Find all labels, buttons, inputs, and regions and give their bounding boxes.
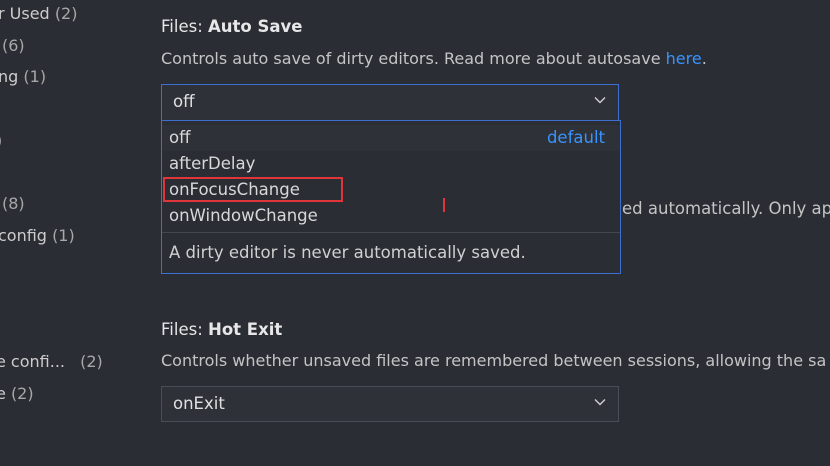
toc-item-label: ng — [0, 67, 19, 86]
toc-item-count: (1) — [23, 67, 47, 86]
description-end: . — [701, 49, 707, 68]
auto-save-setting-title: Files: Auto Save — [161, 17, 302, 36]
toc-item-6[interactable]: config (1) — [0, 226, 75, 245]
chevron-down-icon — [594, 96, 606, 104]
hot-exit-description: Controls whether unsaved files are remem… — [161, 351, 827, 370]
hot-exit-selected-value: onExit — [173, 394, 225, 413]
auto-save-description: Controls auto save of dirty editors. Rea… — [161, 49, 707, 68]
option-label: onFocusChange — [163, 177, 343, 202]
autosave-docs-link[interactable]: here — [666, 49, 702, 68]
option-label: afterDelay — [169, 154, 256, 173]
obscured-setting-description: ed automatically. Only app — [622, 199, 830, 218]
toc-item-3[interactable]: ng (1) — [0, 67, 46, 86]
option-on-focus-change[interactable]: onFocusChange — [162, 177, 620, 203]
option-description: A dirty editor is never automatically sa… — [169, 243, 526, 262]
description-text: Controls auto save of dirty editors. Rea… — [161, 49, 666, 68]
toc-item-8[interactable]: e (2) — [0, 384, 34, 403]
chevron-down-icon — [594, 398, 606, 406]
setting-name: Hot Exit — [208, 320, 283, 339]
text-cursor — [443, 198, 445, 212]
toc-item-4[interactable]: ) — [0, 131, 2, 150]
toc-item-recently-used[interactable]: r Used (2) — [0, 4, 77, 23]
option-after-delay[interactable]: afterDelay — [162, 151, 620, 177]
auto-save-select[interactable]: off — [161, 84, 619, 121]
dropdown-divider — [162, 232, 620, 233]
setting-category: Files: — [161, 320, 209, 339]
default-badge: default — [546, 128, 605, 147]
setting-name: Auto Save — [208, 17, 303, 36]
settings-table-of-contents: r Used (2) (6) ng (1) ) (8) config (1) e… — [0, 0, 140, 466]
toc-item-label: config — [0, 226, 47, 245]
toc-item-5[interactable]: (8) — [2, 194, 25, 213]
setting-category: Files: — [161, 17, 209, 36]
toc-item-label: e — [0, 384, 6, 403]
toc-item-count: (2) — [80, 352, 103, 371]
toc-item-label: r Used — [0, 4, 50, 23]
toc-item-7[interactable]: e confi... (2) — [0, 352, 103, 371]
toc-item-count: (2) — [10, 384, 34, 403]
option-on-window-change[interactable]: onWindowChange — [162, 203, 620, 229]
option-label: off — [169, 128, 191, 147]
auto-save-selected-value: off — [173, 92, 195, 111]
option-label: onWindowChange — [169, 206, 318, 225]
toc-item-label: e confi... — [0, 352, 65, 371]
toc-item-count: (2) — [54, 4, 78, 23]
toc-item-count: (1) — [52, 226, 75, 245]
toc-item-2[interactable]: (6) — [2, 36, 25, 55]
option-off[interactable]: off default — [162, 125, 620, 151]
toc-item-count: (8) — [2, 194, 25, 213]
toc-item-count: ) — [0, 131, 2, 150]
toc-item-count: (6) — [2, 36, 25, 55]
hot-exit-select[interactable]: onExit — [161, 386, 619, 422]
hot-exit-setting-title: Files: Hot Exit — [161, 320, 282, 339]
auto-save-dropdown-list: off default afterDelay onFocusChange onW… — [161, 120, 621, 274]
